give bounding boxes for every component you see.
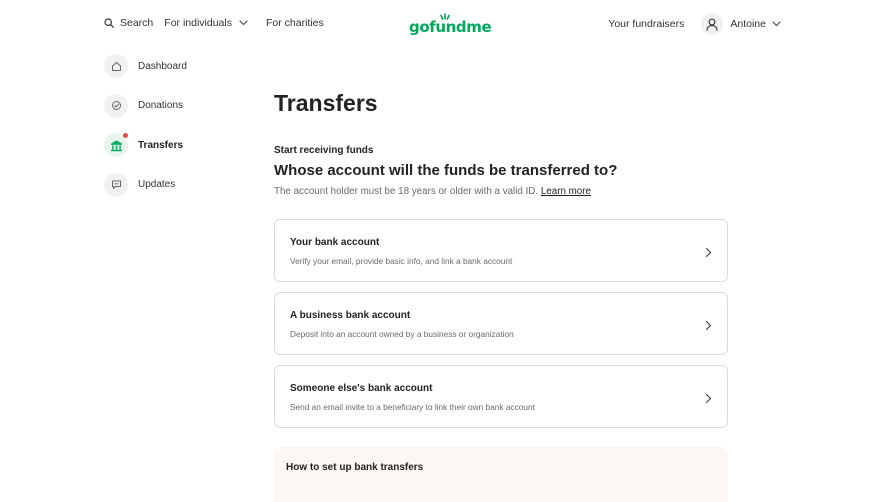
top-header: Search For individuals For charities gof…	[0, 0, 885, 50]
updates-icon	[104, 172, 128, 197]
search-icon	[104, 18, 114, 28]
user-icon	[706, 18, 718, 31]
chevron-right-icon	[705, 391, 712, 409]
sidebar-item-label: Donations	[138, 100, 184, 111]
search-label: Search	[120, 17, 154, 29]
avatar	[701, 13, 724, 35]
for-charities-link[interactable]: For charities	[266, 17, 324, 29]
option-description: Verify your email, provide basic info, a…	[290, 256, 513, 266]
sidebar-item-label: Dashboard	[138, 60, 187, 72]
section-subhead: Start receiving funds	[274, 145, 374, 156]
page-title: Transfers	[274, 90, 378, 116]
howto-panel: How to set up bank transfers	[274, 447, 728, 502]
for-charities-label: For charities	[265, 17, 324, 29]
option-your-bank-account[interactable]: Your bank account Verify your email, pro…	[274, 219, 728, 282]
sidebar-item-label: Transfers	[138, 139, 184, 151]
option-business-bank-account[interactable]: A business bank account Deposit into an …	[274, 292, 728, 355]
sidebar-item-donations[interactable]: Donations	[104, 93, 244, 118]
gofundme-logo[interactable]: gofundme	[409, 13, 492, 37]
search-button[interactable]: Search	[104, 17, 153, 29]
helper-text-body: The account holder must be 18 years or o…	[274, 186, 539, 197]
header-nav-left: Search For individuals For charities	[104, 17, 342, 29]
logo-text: gofundme	[409, 18, 492, 36]
section-question: Whose account will the funds be transfer…	[274, 162, 618, 179]
user-name: Antoine	[730, 18, 766, 30]
chevron-right-icon	[705, 318, 712, 336]
sidebar-nav: Dashboard Donations Transfers Updates	[104, 54, 244, 212]
header-nav-right: Your fundraisers Antoine	[608, 13, 781, 35]
option-title: Your bank account	[290, 237, 380, 248]
notification-dot	[123, 133, 128, 138]
helper-text: The account holder must be 18 years or o…	[274, 186, 591, 197]
donations-icon	[104, 93, 128, 118]
sidebar-item-transfers[interactable]: Transfers	[104, 133, 244, 157]
chevron-down-icon	[239, 20, 248, 26]
for-individuals-label: For individuals	[164, 17, 232, 29]
for-individuals-menu[interactable]: For individuals	[164, 17, 248, 29]
user-menu[interactable]: Antoine	[701, 13, 781, 35]
chevron-right-icon	[705, 245, 712, 263]
option-description: Deposit into an account owned by a busin…	[290, 329, 514, 339]
option-title: A business bank account	[290, 310, 411, 321]
bank-icon	[104, 133, 128, 157]
sidebar-item-dashboard[interactable]: Dashboard	[104, 54, 244, 78]
your-fundraisers-link[interactable]: Your fundraisers	[608, 18, 684, 30]
home-icon	[104, 54, 128, 78]
option-description: Send an email invite to a beneficiary to…	[290, 402, 535, 412]
howto-title: How to set up bank transfers	[286, 462, 424, 473]
sidebar-item-label: Updates	[138, 179, 176, 190]
chevron-down-icon	[772, 18, 781, 30]
option-title: Someone else's bank account	[290, 383, 433, 394]
sidebar-item-updates[interactable]: Updates	[104, 172, 244, 197]
option-someone-elses-bank-account[interactable]: Someone else's bank account Send an emai…	[274, 365, 728, 428]
learn-more-link[interactable]: Learn more	[541, 186, 591, 197]
